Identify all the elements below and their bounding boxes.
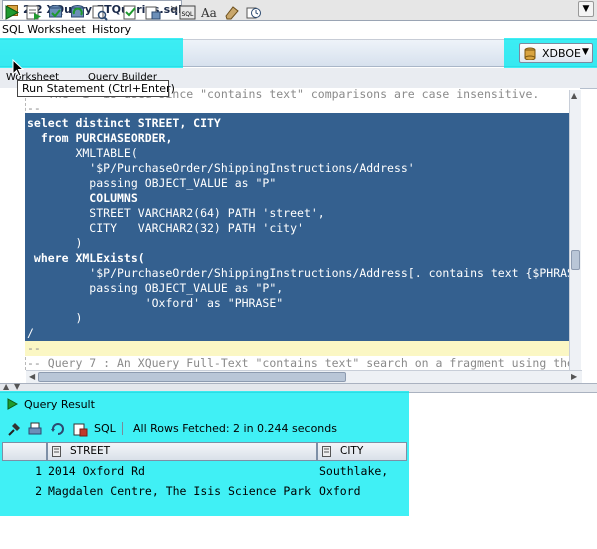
column-header-city[interactable]: CITY [317,442,407,461]
print-icon[interactable] [27,421,43,437]
code-line: 'Oxford' as "PHRASE" [27,296,284,310]
scroll-up-icon[interactable]: ▲ [571,91,577,100]
cell-street[interactable]: 2014 Oxford Rd [48,462,145,481]
cell-city[interactable]: Oxford [319,482,361,501]
unshared-worksheet-icon[interactable]: SQL [179,4,196,21]
row-number: 1 [35,464,42,478]
clear-icon[interactable] [144,4,161,21]
database-icon [524,47,536,61]
code-line: COLUMNS [27,191,138,205]
run-script-icon[interactable] [25,4,42,21]
scroll-left-icon[interactable]: ◀ [29,372,35,381]
toolbar-highlight [0,38,183,68]
run-statement-icon[interactable] [3,4,20,21]
code-line: ) [27,236,83,250]
vertical-scroll-thumb[interactable] [571,250,580,270]
code-line: XMLTABLE( [27,146,138,160]
cell-city[interactable]: Southlake, [319,462,388,481]
export-icon[interactable] [72,421,88,437]
code-line: '$P/PurchaseOrder/ShippingInstructions/A… [27,161,415,175]
rollback-icon[interactable] [69,4,86,21]
commit-icon[interactable] [47,4,64,21]
connection-selector[interactable]: XDBOE ▼ [519,43,593,63]
code-line: CITY VARCHAR2(32) PATH 'city' [27,221,304,235]
fetch-status: All Rows Fetched: 2 in 0.244 seconds [133,422,337,435]
code-line: select distinct STREET, CITY [27,116,221,130]
code-line: -- [27,341,41,355]
code-line: STREET VARCHAR2(64) PATH 'street', [27,206,325,220]
code-line: / [27,326,34,340]
eraser-icon[interactable] [223,4,240,21]
connection-name: XDBOE [542,47,581,60]
editor-gutter [0,88,24,370]
code-line: passing OBJECT_VALUE as "P" [27,176,277,190]
tooltip: Run Statement (Ctrl+Enter) [17,80,175,97]
cell-street[interactable]: Magdalen Centre, The Isis Science Park [48,482,311,501]
sql-tuning-icon[interactable] [122,4,139,21]
refresh-icon[interactable] [50,421,66,437]
history-icon[interactable] [245,4,262,21]
sql-link[interactable]: SQL [94,422,116,435]
tab-sql-worksheet[interactable]: SQL Worksheet [2,23,86,36]
autotrace-icon[interactable] [91,4,108,21]
code-line: ) [27,311,83,325]
toolbar-separator [122,422,123,435]
column-header-label: CITY [340,445,364,457]
code-line: -- [27,101,41,115]
column-header-street[interactable]: STREET [47,442,317,461]
chevron-down-icon: ▼ [582,47,589,57]
query-result-label: Query Result [24,398,95,411]
current-line-highlight [25,341,569,356]
code-line: where XMLExists( [27,251,145,265]
tab-list-dropdown-icon[interactable]: ▼ [578,1,594,17]
format-icon[interactable]: Aa [201,4,218,21]
scroll-right-icon[interactable]: ▶ [571,372,577,381]
tab-history[interactable]: History [92,23,131,36]
collapse-down-icon[interactable]: ▼ [14,382,20,391]
pin-icon[interactable] [6,421,22,437]
svg-text:Aa: Aa [201,6,217,20]
code-line: '$P/PurchaseOrder/ShippingInstructions/A… [27,266,581,280]
column-type-icon [52,446,61,457]
vertical-scrollbar[interactable] [569,90,581,372]
horizontal-scroll-thumb[interactable] [38,372,346,382]
code-line: -- Query 7 : An XQuery Full-Text "contai… [27,356,574,370]
code-line: passing OBJECT_VALUE as "P", [27,281,284,295]
row-number-header [2,442,47,461]
run-statement-icon [6,398,19,410]
column-header-label: STREET [70,445,111,457]
mouse-cursor-icon [12,58,25,77]
tab-query-result[interactable]: Query Result [2,395,110,415]
column-type-icon [322,446,331,457]
code-line: from PURCHASEORDER, [27,131,173,145]
collapse-up-icon[interactable]: ▲ [3,382,9,391]
svg-text:SQL: SQL [182,11,195,18]
row-number: 2 [35,484,42,498]
